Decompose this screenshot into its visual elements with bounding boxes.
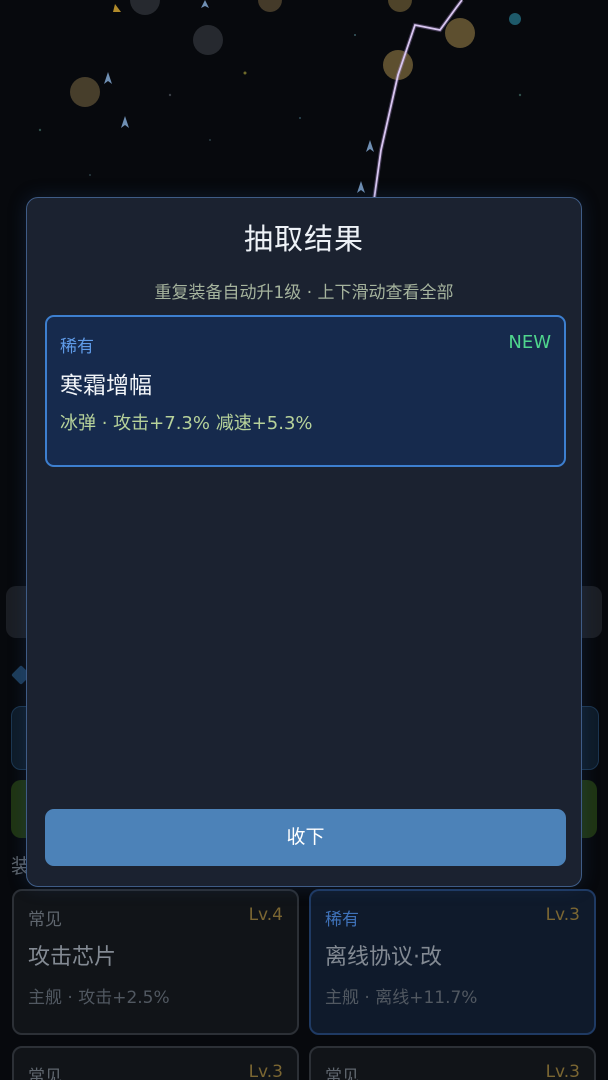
card-level: Lv.3 (545, 1062, 580, 1080)
equipment-card[interactable]: 常见 Lv.3 (309, 1046, 596, 1080)
result-description: 冰弹 · 攻击+7.3% 减速+5.3% (60, 413, 313, 434)
equipment-card[interactable]: 常见 Lv.4 攻击芯片 主舰 · 攻击+2.5% (12, 889, 299, 1035)
draw-result-dialog: 抽取结果 重复装备自动升1级 · 上下滑动查看全部 稀有 NEW 寒霜增幅 冰弹… (26, 197, 582, 887)
equipment-card[interactable]: 稀有 Lv.3 离线协议·改 主舰 · 离线+11.7% (309, 889, 596, 1035)
card-description: 主舰 · 离线+11.7% (325, 988, 478, 1008)
equipment-card[interactable]: 常见 Lv.3 (12, 1046, 299, 1080)
card-level: Lv.3 (248, 1062, 283, 1080)
card-rarity: 常见 (28, 1067, 62, 1080)
new-badge: NEW (508, 332, 551, 353)
collect-button[interactable]: 收下 (45, 809, 566, 866)
gacha-result-screen: 装 常见 Lv.4 攻击芯片 主舰 · 攻击+2.5% 稀有 Lv.3 离线协议… (0, 0, 608, 1080)
card-level: Lv.4 (248, 905, 283, 925)
result-item-card[interactable]: 稀有 NEW 寒霜增幅 冰弹 · 攻击+7.3% 减速+5.3% (45, 315, 566, 467)
card-rarity: 常见 (325, 1067, 359, 1080)
dialog-hint: 重复装备自动升1级 · 上下滑动查看全部 (154, 283, 454, 303)
dialog-title: 抽取结果 (243, 222, 364, 256)
card-name: 攻击芯片 (28, 945, 117, 970)
card-description: 主舰 · 攻击+2.5% (28, 988, 170, 1008)
card-level: Lv.3 (545, 905, 580, 925)
result-rarity: 稀有 (60, 337, 94, 357)
card-name: 离线协议·改 (325, 945, 442, 970)
card-rarity: 常见 (28, 910, 62, 930)
card-rarity: 稀有 (325, 910, 359, 930)
result-name: 寒霜增幅 (60, 373, 152, 399)
